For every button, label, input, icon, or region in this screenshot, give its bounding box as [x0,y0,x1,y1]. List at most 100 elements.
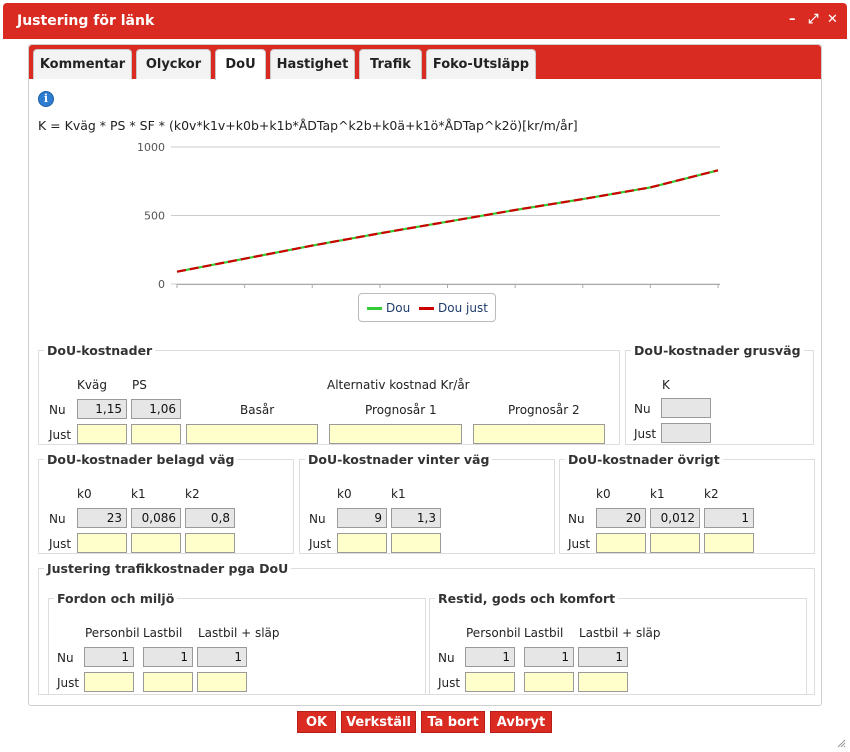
series-line-dou-just [176,169,719,273]
belagd-k2-just-field[interactable] [185,533,235,553]
y-tick-label: 500 [144,210,165,223]
prognosar2-just-field[interactable] [473,424,605,444]
verkstall-button[interactable]: Verkställ [341,711,416,733]
info-icon[interactable]: i [38,91,54,107]
kvag-nu-field[interactable] [77,399,127,419]
legend-label-dou: Dou [386,301,411,315]
row-label-just: Just [49,428,72,442]
ovrigt-k2-nu-field[interactable] [704,508,754,528]
tab-hastighet[interactable]: Hastighet [270,49,355,79]
col-label-k1: k1 [391,487,406,501]
col-label-lastbil-slap: Lastbil + släp [198,626,280,640]
fieldset-legend: Justering trafikkostnader pga DoU [47,561,289,576]
belagd-k2-nu-field[interactable] [185,508,235,528]
ovrigt-k0-just-field[interactable] [596,533,646,553]
row-label-nu: Nu [309,512,326,526]
fordon-personbil-just-field[interactable] [84,672,134,692]
fieldset-restid-gods-komfort: Restid, gods och komfort Personbil Lastb… [429,591,807,695]
col-label-personbil: Personbil [466,626,521,640]
restid-lastbil-slap-nu-field[interactable] [578,647,628,667]
restid-lastbil-just-field[interactable] [524,672,574,692]
fordon-lastbil-slap-nu-field[interactable] [197,647,247,667]
vinter-k0-nu-field[interactable] [337,508,387,528]
legend-swatch-dou-just [419,307,434,310]
row-label-just: Just [57,676,80,690]
legend-item-dou-just[interactable]: Dou just [419,301,488,315]
kvag-just-field[interactable] [77,424,127,444]
row-label-nu: Nu [634,402,651,416]
vinter-k1-nu-field[interactable] [391,508,441,528]
fieldset-vinter-vag: DoU-kostnader vinter väg k0 k1 Nu Just [299,452,555,554]
vinter-k0-just-field[interactable] [337,533,387,553]
row-label-nu: Nu [438,651,455,665]
vinter-k1-just-field[interactable] [391,533,441,553]
col-label-k2: k2 [704,487,719,501]
fordon-lastbil-slap-just-field[interactable] [197,672,247,692]
fieldset-legend: DoU-kostnader belagd väg [47,452,235,467]
tab-dou[interactable]: DoU [215,49,266,80]
fieldset-legend: DoU-kostnader vinter väg [308,452,490,467]
col-label-k1: k1 [650,487,665,501]
avbryt-button[interactable]: Avbryt [490,711,552,733]
row-label-nu: Nu [49,403,66,417]
fieldset-legend: DoU-kostnader grusväg [634,343,801,358]
belagd-k0-nu-field[interactable] [77,508,127,528]
belagd-k0-just-field[interactable] [77,533,127,553]
restore-icon[interactable]: ⤢ [808,13,818,27]
ps-just-field[interactable] [131,424,181,444]
grusvag-k-nu-field[interactable] [661,398,711,418]
ovrigt-k1-just-field[interactable] [650,533,700,553]
ovrigt-k2-just-field[interactable] [704,533,754,553]
col-label-k2: k2 [185,487,200,501]
col-label-k1: k1 [131,487,146,501]
fordon-lastbil-nu-field[interactable] [143,647,193,667]
tab-olyckor[interactable]: Olyckor [136,49,211,79]
col-label-personbil: Personbil [85,626,140,640]
col-label-k0: k0 [596,487,611,501]
y-tick-label: 1000 [137,141,165,154]
basar-label: Basår [240,403,275,417]
col-label-lastbil-slap: Lastbil + släp [579,626,661,640]
close-icon[interactable]: ✕ [827,13,838,27]
minimize-icon[interactable]: – [789,13,796,27]
restid-lastbil-nu-field[interactable] [524,647,574,667]
ovrigt-k0-nu-field[interactable] [596,508,646,528]
fieldset-fordon-miljo: Fordon och miljö Personbil Lastbil Lastb… [48,591,426,695]
fieldset-legend: DoU-kostnader övrigt [568,452,720,467]
window-titlebar[interactable]: Justering för länk – ⤢ ✕ [3,3,847,39]
tab-foko-utslapp[interactable]: Foko-Utsläpp [426,49,536,79]
legend-item-dou[interactable]: Dou [367,301,410,315]
main-panel: Kommentar Olyckor DoU Hastighet Trafik F… [28,44,822,706]
col-label-lastbil: Lastbil [143,626,183,640]
row-label-just: Just [634,427,657,441]
tab-trafik[interactable]: Trafik [359,49,422,79]
ta-bort-button[interactable]: Ta bort [421,711,485,733]
fordon-personbil-nu-field[interactable] [84,647,134,667]
belagd-k1-just-field[interactable] [131,533,181,553]
prognosar2-label: Prognosår 2 [508,403,580,417]
prognosar1-just-field[interactable] [329,424,462,444]
ok-button[interactable]: OK [297,711,336,733]
restid-personbil-just-field[interactable] [465,672,515,692]
ovrigt-k1-nu-field[interactable] [650,508,700,528]
fieldset-grusvag: DoU-kostnader grusväg K Nu Just [625,343,814,445]
y-tick-label: 0 [158,278,165,291]
row-label-just: Just [309,537,332,551]
resize-grip-icon[interactable] [836,738,846,748]
tab-kommentar[interactable]: Kommentar [33,49,132,79]
restid-personbil-nu-field[interactable] [465,647,515,667]
basar-just-field[interactable] [186,424,318,444]
col-label-ps: PS [132,378,147,392]
restid-lastbil-slap-just-field[interactable] [578,672,628,692]
formula-text: K = Kväg * PS * SF * (k0v*k1v+k0b+k1b*ÅD… [38,118,578,133]
legend-swatch-dou [367,307,382,310]
fieldset-justering-trafikkostnader: Justering trafikkostnader pga DoU Fordon… [38,561,815,695]
ps-nu-field[interactable] [131,399,181,419]
col-label-kvag: Kväg [77,378,107,392]
alt-cost-header: Alternativ kostnad Kr/år [327,378,470,392]
belagd-k1-nu-field[interactable] [131,508,181,528]
row-label-just: Just [49,537,72,551]
fordon-lastbil-just-field[interactable] [143,672,193,692]
grusvag-k-just-field[interactable] [661,423,711,443]
col-label-k: K [662,378,670,392]
